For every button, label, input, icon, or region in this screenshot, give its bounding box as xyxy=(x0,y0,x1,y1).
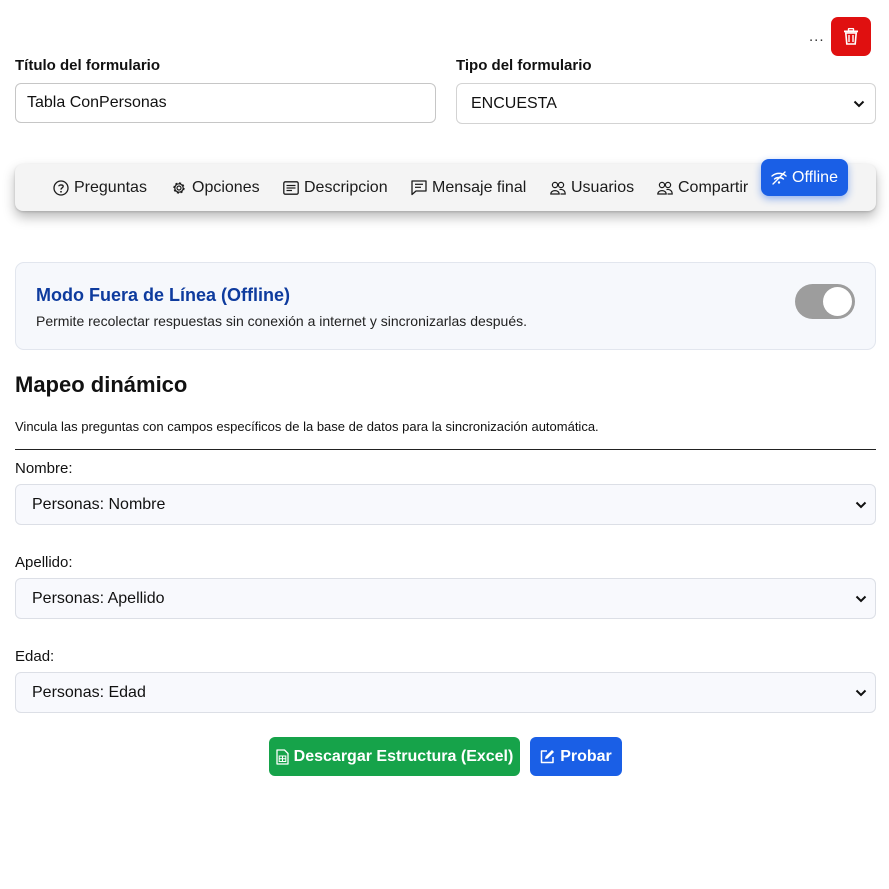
tab-label: Opciones xyxy=(192,178,260,196)
field-label-apellido: Apellido: xyxy=(15,554,73,571)
trash-icon xyxy=(844,28,858,45)
tab-preguntas[interactable]: Preguntas xyxy=(53,164,147,211)
more-options[interactable]: ... xyxy=(809,28,825,45)
form-type-value: ENCUESTA xyxy=(471,94,557,112)
download-structure-button[interactable]: Descargar Estructura (Excel) xyxy=(269,737,520,776)
tab-label: Usuarios xyxy=(571,178,635,196)
select-value: Personas: Apellido xyxy=(32,589,165,607)
chevron-down-icon xyxy=(855,684,867,702)
select-value: Personas: Edad xyxy=(32,683,146,701)
tab-mensaje-final[interactable]: Mensaje final xyxy=(411,164,526,211)
people-icon xyxy=(657,181,673,195)
offline-card: Modo Fuera de Línea (Offline) Permite re… xyxy=(15,262,876,350)
chevron-down-icon xyxy=(853,100,865,108)
tab-label: Offline xyxy=(792,168,838,186)
toggle-knob xyxy=(823,287,852,316)
mapping-description: Vincula las preguntas con campos específ… xyxy=(15,419,599,434)
tab-label: Preguntas xyxy=(74,178,147,196)
gear-icon xyxy=(173,181,185,194)
select-value: Personas: Nombre xyxy=(32,495,166,513)
offline-toggle[interactable] xyxy=(795,284,855,319)
tab-compartir[interactable]: Compartir xyxy=(657,164,748,211)
delete-button[interactable] xyxy=(831,17,871,56)
people-icon xyxy=(550,181,566,195)
wifi-off-icon xyxy=(771,170,787,185)
form-title-label: Título del formulario xyxy=(15,57,160,74)
select-apellido[interactable]: Personas: Apellido xyxy=(15,578,876,619)
field-label-edad: Edad: xyxy=(15,648,55,665)
select-nombre[interactable]: Personas: Nombre xyxy=(15,484,876,525)
tab-label: Compartir xyxy=(678,178,749,196)
test-button[interactable]: Probar xyxy=(530,737,622,776)
form-title-input[interactable] xyxy=(15,83,436,123)
select-edad[interactable]: Personas: Edad xyxy=(15,672,876,713)
question-circle-icon xyxy=(53,179,69,196)
tab-descripcion[interactable]: Descripcion xyxy=(283,164,388,211)
offline-title: Modo Fuera de Línea (Offline) xyxy=(36,285,291,305)
tab-offline[interactable]: Offline xyxy=(761,159,848,196)
button-label: Descargar Estructura (Excel) xyxy=(293,747,514,765)
button-label: Probar xyxy=(560,747,612,765)
tab-usuarios[interactable]: Usuarios xyxy=(550,164,634,211)
tab-opciones[interactable]: Opciones xyxy=(171,164,260,211)
tab-label: Mensaje final xyxy=(432,178,527,196)
mapping-title: Mapeo dinámico xyxy=(15,372,188,397)
tabs-bar: Preguntas Opciones Descripcion Mensaje f… xyxy=(15,164,876,211)
chat-icon xyxy=(411,179,427,195)
field-label-nombre: Nombre: xyxy=(15,460,73,477)
card-text-icon xyxy=(283,180,299,195)
excel-file-icon xyxy=(276,748,289,765)
divider xyxy=(15,449,876,450)
offline-description: Permite recolectar respuestas sin conexi… xyxy=(36,313,528,329)
tab-label: Descripcion xyxy=(304,178,388,196)
edit-icon xyxy=(540,750,555,764)
chevron-down-icon xyxy=(855,496,867,514)
chevron-down-icon xyxy=(855,590,867,608)
form-type-select[interactable]: ENCUESTA xyxy=(456,83,876,124)
form-type-label: Tipo del formulario xyxy=(456,57,592,74)
